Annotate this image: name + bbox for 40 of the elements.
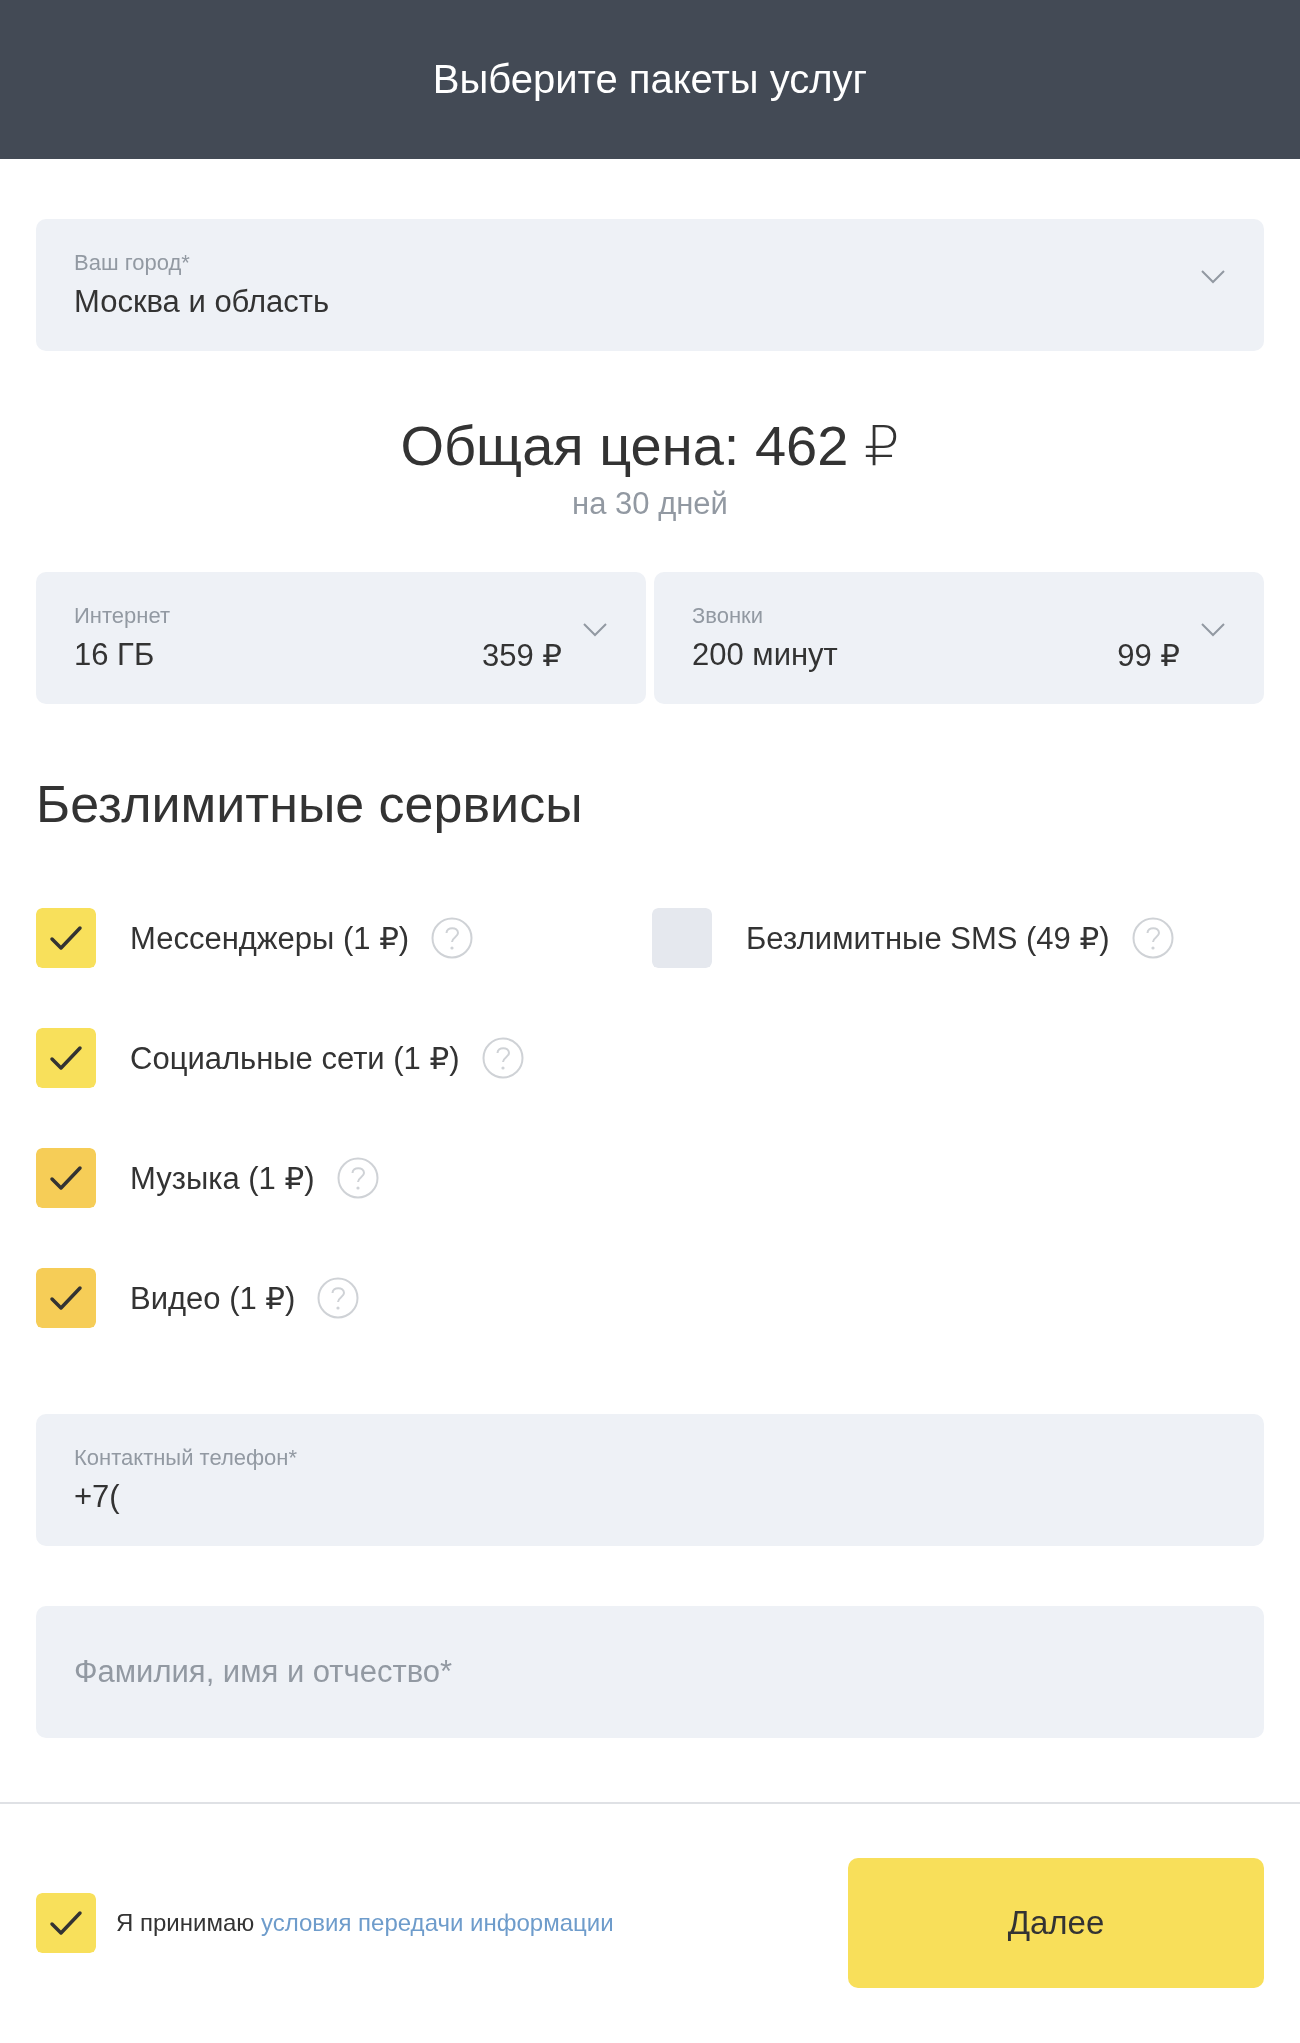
field-label: Контактный телефон* [74,1445,299,1471]
chevron-down-icon [1200,269,1226,285]
service-label: Музыка (1 ₽) [130,1159,315,1197]
agreement-text: Я принимаю условия передачи информации [116,1909,614,1937]
field-value: +7( [74,1479,121,1515]
page-title: Выберите пакеты услуг [432,57,868,102]
chevron-down-icon [1200,622,1226,638]
help-icon[interactable] [336,1157,379,1199]
name-field[interactable]: Фамилия, имя и отчество* [36,1606,1264,1738]
service-label: Социальные сети (1 ₽) [130,1039,460,1077]
phone-field[interactable]: Контактный телефон* +7( [36,1414,1264,1546]
help-icon[interactable] [431,917,474,959]
field-label: Звонки [692,602,765,629]
checkbox[interactable] [36,1148,96,1208]
field-value: 16 ГБ [74,636,155,674]
field-value: 200 минут [692,636,838,674]
next-button[interactable]: Далее [848,1858,1264,1988]
city-dropdown[interactable]: Ваш город* Москва и область [36,219,1264,351]
help-icon[interactable] [317,1277,360,1319]
total-price: Общая цена: 462 ₽ [399,413,901,478]
service-label: Видео (1 ₽) [130,1279,296,1317]
chevron-down-icon [582,622,608,638]
package-price: 99 ₽ [1117,636,1180,674]
section-title: Безлимитные сервисы [36,774,584,834]
checkbox[interactable] [36,1268,96,1328]
package-price: 359 ₽ [481,636,562,674]
checkbox[interactable] [36,1028,96,1088]
package-dropdown[interactable]: Звонки 200 минут 99 ₽ [654,572,1264,704]
field-value: Москва и область [74,284,331,320]
field-label: Интернет [74,602,171,629]
field-label: Ваш город* [74,250,191,276]
package-dropdown[interactable]: Интернет 16 ГБ 359 ₽ [36,572,646,704]
price-period: на 30 дней [571,486,729,522]
service-label: Безлимитные SMS (49 ₽) [746,919,1110,957]
checkbox[interactable] [36,908,96,968]
checkbox[interactable] [36,1893,96,1953]
help-icon[interactable] [481,1037,524,1079]
help-icon[interactable] [1131,917,1174,959]
service-label: Мессенджеры (1 ₽) [130,919,410,957]
checkbox[interactable] [652,908,712,968]
